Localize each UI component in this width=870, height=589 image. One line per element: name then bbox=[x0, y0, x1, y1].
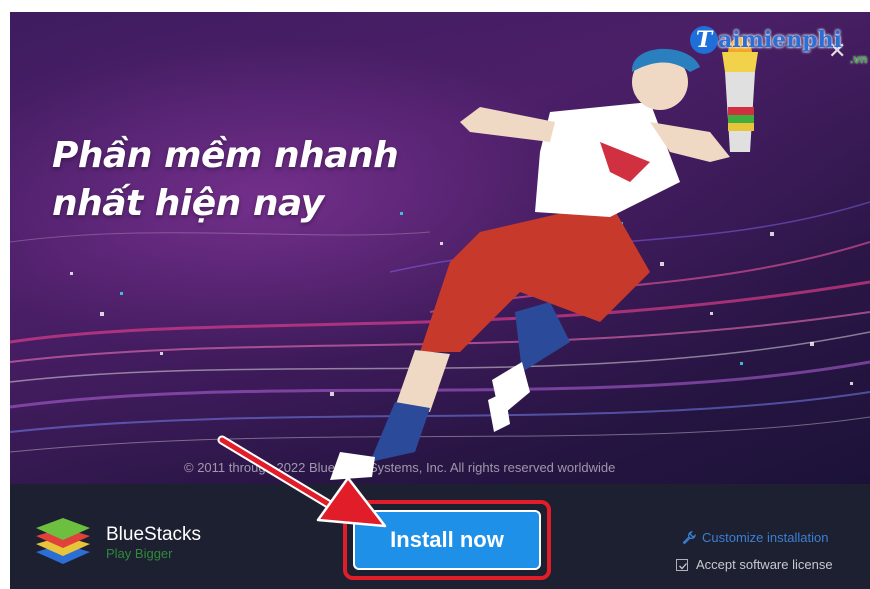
accept-license-label: Accept software license bbox=[696, 557, 833, 572]
banner-headline: Phần mềm nhanh nhất hiện nay bbox=[52, 132, 399, 228]
checkmark-icon bbox=[679, 562, 687, 569]
promo-banner: Phần mềm nhanh nhất hiện nay © 2011 thro… bbox=[10, 12, 870, 484]
runner-illustration bbox=[10, 37, 870, 480]
accept-license-checkbox[interactable] bbox=[676, 558, 688, 571]
brand-tagline: Play Bigger bbox=[106, 546, 173, 561]
copyright-text: © 2011 through 2022 Bluestack Systems, I… bbox=[184, 460, 616, 475]
watermark-suffix: .vn bbox=[850, 52, 868, 66]
installer-window: Phần mềm nhanh nhất hiện nay © 2011 thro… bbox=[10, 12, 870, 589]
customize-installation-link[interactable]: Customize installation bbox=[682, 530, 828, 545]
watermark-logo: Taimienphi .vn bbox=[690, 26, 867, 66]
installer-footer: BlueStacks Play Bigger Install now Custo… bbox=[10, 484, 870, 589]
brand-block: BlueStacks Play Bigger bbox=[106, 524, 201, 562]
brand-name: BlueStacks bbox=[106, 524, 202, 545]
bluestacks-logo-icon bbox=[36, 518, 90, 564]
watermark-letter: T bbox=[690, 26, 718, 54]
watermark-text: aimienphi bbox=[718, 27, 842, 53]
install-now-button[interactable]: Install now bbox=[353, 510, 541, 570]
headline-line-1: Phần mềm nhanh bbox=[52, 135, 399, 176]
headline-line-2: nhất hiện nay bbox=[52, 183, 324, 224]
wrench-icon bbox=[682, 530, 696, 544]
customize-installation-label: Customize installation bbox=[702, 530, 829, 545]
accept-license-row[interactable]: Accept software license bbox=[676, 557, 833, 572]
